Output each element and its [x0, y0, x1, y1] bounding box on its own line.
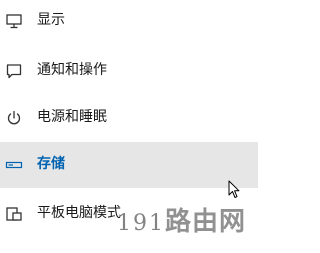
watermark-text: 路由网 — [165, 207, 247, 237]
notification-icon — [5, 62, 23, 80]
nav-item-label: 电源和睡眠 — [37, 109, 107, 125]
nav-item-power-sleep[interactable]: 电源和睡眠 — [0, 95, 258, 141]
nav-item-display[interactable]: 显示 — [0, 0, 258, 44]
settings-nav-menu: 显示 通知和操作 电源和睡眠 存储 平板电脑模式 191 路由网 — [0, 0, 258, 253]
watermark-number: 191 — [117, 211, 165, 236]
tablet-mode-icon — [5, 205, 23, 223]
storage-icon — [5, 156, 23, 174]
watermark: 191 路由网 — [117, 201, 247, 237]
nav-item-label: 存储 — [37, 156, 65, 172]
nav-item-label: 通知和操作 — [37, 62, 107, 78]
mouse-cursor-icon — [228, 180, 240, 199]
nav-item-label: 显示 — [37, 12, 65, 28]
nav-item-label: 平板电脑模式 — [37, 205, 121, 221]
power-icon — [5, 109, 23, 127]
nav-item-notifications[interactable]: 通知和操作 — [0, 48, 258, 94]
display-icon — [5, 12, 23, 30]
nav-item-storage[interactable]: 存储 — [0, 142, 258, 188]
